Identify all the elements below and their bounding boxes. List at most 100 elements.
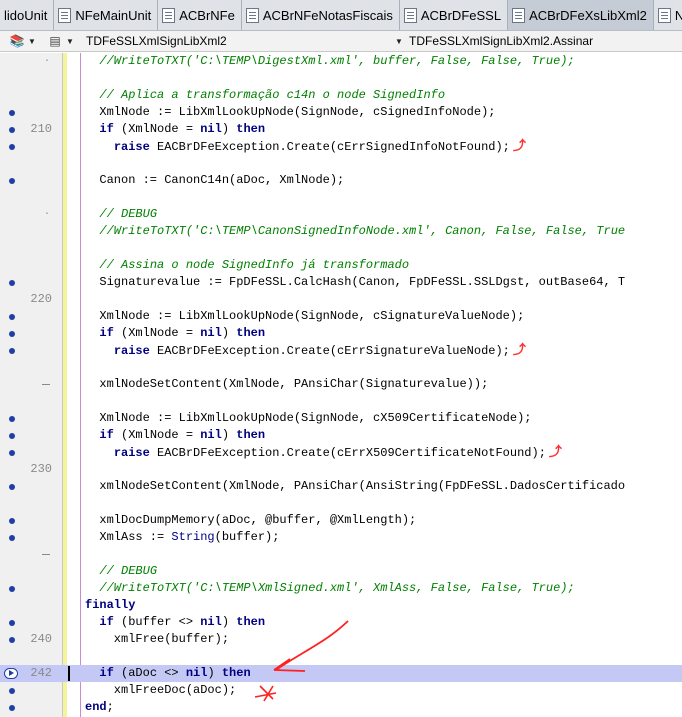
- navigation-icon[interactable]: ▤: [46, 33, 64, 49]
- breakpoint-dot-icon[interactable]: [9, 535, 15, 541]
- code-text[interactable]: if (aDoc <> nil) then: [85, 665, 250, 682]
- code-line[interactable]: xmlNodeSetContent(XmlNode, PAnsiChar(Sig…: [0, 376, 682, 393]
- code-line[interactable]: 230: [0, 461, 682, 478]
- code-text[interactable]: XmlNode := LibXmlLookUpNode(SignNode, cS…: [85, 104, 495, 121]
- code-line[interactable]: [0, 546, 682, 563]
- code-line[interactable]: 210 if (XmlNode = nil) then: [0, 121, 682, 138]
- code-line[interactable]: [0, 240, 682, 257]
- code-text[interactable]: if (XmlNode = nil) then: [85, 325, 265, 342]
- breakpoint-dot-icon[interactable]: [9, 348, 15, 354]
- code-line[interactable]: [0, 155, 682, 172]
- code-line[interactable]: 220: [0, 291, 682, 308]
- code-line[interactable]: finally: [0, 597, 682, 614]
- code-line[interactable]: XmlAss := String(buffer);: [0, 529, 682, 546]
- code-text[interactable]: XmlAss := String(buffer);: [85, 529, 279, 546]
- code-line[interactable]: Signaturevalue := FpDFeSSL.CalcHash(Cano…: [0, 274, 682, 291]
- code-text[interactable]: raise EACBrDFeException.Create(cErrSigna…: [85, 342, 526, 359]
- breakpoint-dot-icon[interactable]: [9, 280, 15, 286]
- chevron-down-icon[interactable]: ▼: [26, 37, 38, 46]
- code-text[interactable]: if (XmlNode = nil) then: [85, 121, 265, 138]
- chevron-down-icon[interactable]: ▼: [64, 37, 76, 46]
- code-text[interactable]: // Assina o node SignedInfo já transform…: [85, 257, 409, 274]
- method-selector[interactable]: TDFeSSLXmlSignLibXml2.Assinar: [405, 32, 677, 51]
- editor-tab[interactable]: lidoUnit: [0, 0, 55, 30]
- code-line[interactable]: // DEBUG: [0, 563, 682, 580]
- breakpoint-dot-icon[interactable]: [9, 705, 15, 711]
- code-line[interactable]: // Aplica a transformação c14n o node Si…: [0, 87, 682, 104]
- breakpoint-dot-icon[interactable]: [9, 620, 15, 626]
- execution-point-icon[interactable]: [4, 668, 18, 679]
- breakpoint-dot-icon[interactable]: [9, 127, 15, 133]
- code-text[interactable]: XmlNode := LibXmlLookUpNode(SignNode, cX…: [85, 410, 531, 427]
- code-line[interactable]: //WriteToTXT('C:\TEMP\XmlSigned.xml', Xm…: [0, 580, 682, 597]
- code-text[interactable]: raise EACBrDFeException.Create(cErrX509C…: [85, 444, 562, 461]
- code-line[interactable]: · // DEBUG: [0, 206, 682, 223]
- code-text[interactable]: if (buffer <> nil) then: [85, 614, 265, 631]
- editor-tab[interactable]: NFeMainUnit: [54, 0, 159, 30]
- code-line[interactable]: if (XmlNode = nil) then: [0, 427, 682, 444]
- code-text[interactable]: // Aplica a transformação c14n o node Si…: [85, 87, 445, 104]
- code-line[interactable]: · //WriteToTXT('C:\TEMP\DigestXml.xml', …: [0, 53, 682, 70]
- code-line[interactable]: XmlNode := LibXmlLookUpNode(SignNode, cS…: [0, 308, 682, 325]
- breakpoint-dot-icon[interactable]: [9, 586, 15, 592]
- code-text[interactable]: // DEBUG: [85, 206, 157, 223]
- breakpoint-dot-icon[interactable]: [9, 110, 15, 116]
- code-text[interactable]: //WriteToTXT('C:\TEMP\XmlSigned.xml', Xm…: [85, 580, 574, 597]
- breakpoint-dot-icon[interactable]: [9, 178, 15, 184]
- code-text[interactable]: end;: [85, 699, 114, 716]
- code-line[interactable]: end;: [0, 699, 682, 716]
- breakpoint-dot-icon[interactable]: [9, 433, 15, 439]
- code-line[interactable]: xmlDocDumpMemory(aDoc, @buffer, @XmlLeng…: [0, 512, 682, 529]
- code-line[interactable]: xmlFreeDoc(aDoc);: [0, 682, 682, 699]
- code-text[interactable]: Signaturevalue := FpDFeSSL.CalcHash(Cano…: [85, 274, 625, 291]
- code-line[interactable]: [0, 495, 682, 512]
- code-line[interactable]: if (buffer <> nil) then: [0, 614, 682, 631]
- code-text[interactable]: Canon := CanonC14n(aDoc, XmlNode);: [85, 172, 344, 189]
- code-editor[interactable]: · //WriteToTXT('C:\TEMP\DigestXml.xml', …: [0, 53, 682, 717]
- code-line[interactable]: raise EACBrDFeException.Create(cErrSigne…: [0, 138, 682, 155]
- code-text[interactable]: xmlFree(buffer);: [85, 631, 229, 648]
- code-text[interactable]: //WriteToTXT('C:\TEMP\DigestXml.xml', bu…: [85, 53, 574, 70]
- code-text[interactable]: xmlDocDumpMemory(aDoc, @buffer, @XmlLeng…: [85, 512, 416, 529]
- code-text[interactable]: finally: [85, 597, 135, 614]
- code-line[interactable]: [0, 359, 682, 376]
- code-text[interactable]: XmlNode := LibXmlLookUpNode(SignNode, cS…: [85, 308, 524, 325]
- code-line[interactable]: //WriteToTXT('C:\TEMP\CanonSignedInfoNod…: [0, 223, 682, 240]
- code-line[interactable]: 240 xmlFree(buffer);: [0, 631, 682, 648]
- code-line[interactable]: raise EACBrDFeException.Create(cErrSigna…: [0, 342, 682, 359]
- code-text[interactable]: xmlNodeSetContent(XmlNode, PAnsiChar(Ans…: [85, 478, 625, 495]
- code-text[interactable]: // DEBUG: [85, 563, 157, 580]
- code-text[interactable]: xmlFreeDoc(aDoc);: [85, 682, 236, 699]
- breakpoint-dot-icon[interactable]: [9, 518, 15, 524]
- code-line[interactable]: Canon := CanonC14n(aDoc, XmlNode);: [0, 172, 682, 189]
- breakpoint-dot-icon[interactable]: [9, 450, 15, 456]
- code-text[interactable]: raise EACBrDFeException.Create(cErrSigne…: [85, 138, 526, 155]
- code-text[interactable]: xmlNodeSetContent(XmlNode, PAnsiChar(Sig…: [85, 376, 488, 393]
- breakpoint-dot-icon[interactable]: [9, 144, 15, 150]
- code-text[interactable]: if (XmlNode = nil) then: [85, 427, 265, 444]
- editor-tab[interactable]: ACBrNFeNotasFiscais: [242, 0, 400, 30]
- chevron-down-icon[interactable]: ▼: [393, 37, 405, 46]
- class-selector[interactable]: TDFeSSLXmlSignLibXml2 ▼: [82, 32, 405, 51]
- code-line[interactable]: [0, 70, 682, 87]
- code-line[interactable]: raise EACBrDFeException.Create(cErrX509C…: [0, 444, 682, 461]
- editor-tab[interactable]: ACBrNFe: [158, 0, 242, 30]
- breakpoint-dot-icon[interactable]: [9, 637, 15, 643]
- code-line[interactable]: [0, 648, 682, 665]
- code-line[interactable]: xmlNodeSetContent(XmlNode, PAnsiChar(Ans…: [0, 478, 682, 495]
- code-line[interactable]: XmlNode := LibXmlLookUpNode(SignNode, cS…: [0, 104, 682, 121]
- class-browser-icon[interactable]: 📚: [8, 33, 26, 49]
- code-line[interactable]: if (XmlNode = nil) then: [0, 325, 682, 342]
- code-line[interactable]: XmlNode := LibXmlLookUpNode(SignNode, cX…: [0, 410, 682, 427]
- editor-tab[interactable]: ACBrDFeSSL: [400, 0, 509, 30]
- breakpoint-dot-icon[interactable]: [9, 331, 15, 337]
- breakpoint-dot-icon[interactable]: [9, 484, 15, 490]
- current-execution-line[interactable]: 242 if (aDoc <> nil) then: [0, 665, 682, 682]
- code-line[interactable]: [0, 393, 682, 410]
- breakpoint-dot-icon[interactable]: [9, 314, 15, 320]
- breakpoint-dot-icon[interactable]: [9, 688, 15, 694]
- code-text[interactable]: //WriteToTXT('C:\TEMP\CanonSignedInfoNod…: [85, 223, 625, 240]
- breakpoint-dot-icon[interactable]: [9, 416, 15, 422]
- code-line[interactable]: [0, 189, 682, 206]
- editor-tab[interactable]: NFESt: [654, 0, 682, 30]
